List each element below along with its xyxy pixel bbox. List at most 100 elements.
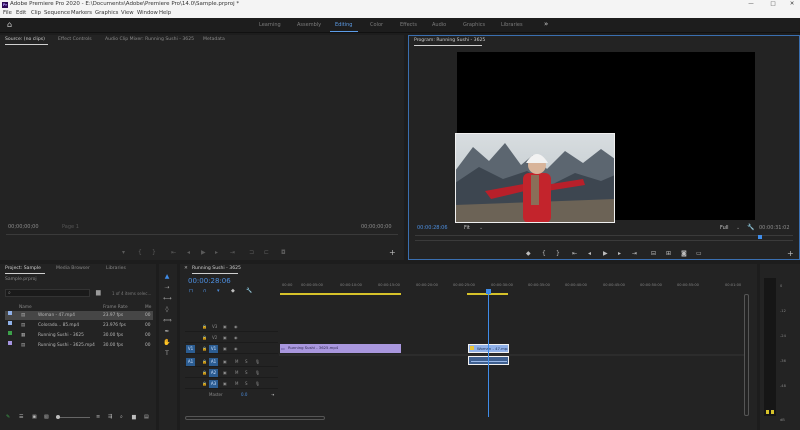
- mute-button[interactable]: M: [235, 369, 238, 377]
- timeline-horizontal-scrollbar[interactable]: [185, 416, 325, 420]
- track-header-a2[interactable]: 🔒 A2 ▣ M S 🎙: [185, 368, 278, 378]
- track-header-v2[interactable]: 🔒 V2 ▣ ◉: [185, 333, 278, 343]
- source-out-icon[interactable]: }: [152, 249, 156, 256]
- chevron-down-icon[interactable]: ⌄: [736, 225, 740, 231]
- type-tool-icon[interactable]: T: [163, 350, 171, 358]
- menu-help[interactable]: Help: [159, 9, 171, 18]
- go-to-in-icon[interactable]: ⇤: [572, 250, 577, 257]
- source-timecode-in[interactable]: 00;00;00;00: [8, 224, 39, 230]
- program-timecode-current[interactable]: 00:00:28:06: [417, 225, 448, 231]
- camera-icon[interactable]: ◙: [681, 250, 687, 257]
- tab-libraries[interactable]: Libraries: [106, 264, 126, 273]
- mute-button[interactable]: M: [235, 358, 238, 366]
- track-select-tool-icon[interactable]: ⇢: [163, 284, 171, 292]
- solo-button[interactable]: S: [245, 369, 248, 377]
- ripple-edit-tool-icon[interactable]: ⟷: [163, 295, 172, 303]
- zoom-slider[interactable]: [56, 417, 90, 418]
- source-insert-icon[interactable]: ⊐: [249, 249, 254, 256]
- close-button[interactable]: ✕: [785, 0, 799, 9]
- lock-icon[interactable]: 🔒: [202, 380, 207, 388]
- step-back-icon[interactable]: ◂: [588, 250, 591, 257]
- master-volume-value[interactable]: 0.0: [241, 391, 247, 399]
- timeline-timecode[interactable]: 00:00:28:06: [188, 277, 231, 285]
- go-to-end-icon[interactable]: ⇥: [271, 391, 274, 399]
- program-quality-dropdown[interactable]: Full: [720, 225, 729, 231]
- project-row[interactable]: ▤ Woman - 47.mp4 23.97 fps 00: [5, 311, 153, 320]
- workspace-learning[interactable]: Learning: [259, 22, 281, 28]
- workspaces-overflow-button[interactable]: »: [544, 20, 548, 28]
- workspace-color[interactable]: Color: [370, 22, 383, 28]
- source-overwrite-icon[interactable]: ⊏: [264, 249, 269, 256]
- icon-view-icon[interactable]: ▣: [32, 414, 37, 420]
- source-go-in-icon[interactable]: ⇤: [171, 249, 176, 256]
- menu-markers[interactable]: Markers: [71, 9, 92, 18]
- new-item-icon[interactable]: ▤: [144, 414, 149, 420]
- source-play-icon[interactable]: ▶: [201, 249, 206, 256]
- maximize-button[interactable]: □: [766, 0, 780, 9]
- label-color-swatch[interactable]: [8, 341, 12, 345]
- go-to-out-icon[interactable]: ⇥: [632, 250, 637, 257]
- lock-icon[interactable]: 🔒: [202, 358, 207, 366]
- lift-icon[interactable]: ⊟: [651, 250, 656, 257]
- sync-lock-icon[interactable]: ▣: [223, 334, 227, 342]
- workspace-effects[interactable]: Effects: [400, 22, 417, 28]
- track-target-a3[interactable]: A3: [209, 380, 218, 388]
- automate-icon[interactable]: ⇶: [108, 414, 112, 420]
- pencil-icon[interactable]: ✎: [6, 414, 10, 420]
- project-row[interactable]: ▤ Running Sushi - 3625.mp4 30.00 fps 00: [5, 341, 153, 350]
- eye-icon[interactable]: ◉: [234, 334, 238, 342]
- source-in-icon[interactable]: {: [138, 249, 142, 256]
- add-marker-icon[interactable]: ▾: [217, 288, 220, 294]
- mark-out-icon[interactable]: }: [556, 250, 560, 257]
- close-icon[interactable]: ✕: [184, 264, 188, 273]
- solo-button[interactable]: S: [245, 380, 248, 388]
- selection-tool-icon[interactable]: ▲: [163, 273, 171, 281]
- source-step-back-icon[interactable]: ◂: [187, 249, 190, 256]
- menu-file[interactable]: File: [3, 9, 12, 18]
- project-row[interactable]: ▦ Running Sushi - 3625 30.00 fps 00: [5, 331, 153, 340]
- lock-icon[interactable]: 🔒: [202, 334, 207, 342]
- lock-icon[interactable]: 🔒: [202, 369, 207, 377]
- workspace-assembly[interactable]: Assembly: [297, 22, 321, 28]
- track-target-a1[interactable]: A1: [209, 358, 218, 366]
- wrench-icon[interactable]: 🔧: [747, 224, 754, 231]
- track-target-a2[interactable]: A2: [209, 369, 218, 377]
- timeline-marker-icon[interactable]: ◆: [231, 288, 235, 294]
- program-fit-dropdown[interactable]: Fit: [464, 225, 470, 231]
- sync-lock-icon[interactable]: ▣: [223, 369, 227, 377]
- transform-bounding-box[interactable]: [455, 133, 615, 223]
- source-marker-icon[interactable]: ▾: [122, 249, 125, 256]
- sort-icon[interactable]: ≡: [96, 414, 100, 420]
- lock-icon[interactable]: 🔒: [202, 345, 207, 353]
- source-time-ruler[interactable]: [6, 234, 398, 239]
- sync-lock-icon[interactable]: ▣: [223, 323, 227, 331]
- column-media[interactable]: Me: [145, 305, 151, 310]
- timeline-vertical-scrollbar[interactable]: [744, 294, 749, 416]
- source-patch-a1[interactable]: A1: [186, 358, 195, 366]
- add-marker-icon[interactable]: ◆: [526, 250, 531, 257]
- extract-icon[interactable]: ⊞: [666, 250, 671, 257]
- solo-button[interactable]: S: [245, 358, 248, 366]
- snap-icon[interactable]: ⊓: [189, 288, 193, 294]
- hand-tool-icon[interactable]: ✋: [163, 339, 171, 347]
- folder-icon[interactable]: ▆: [96, 289, 101, 296]
- label-color-swatch[interactable]: [8, 331, 12, 335]
- sync-lock-icon[interactable]: ▣: [223, 380, 227, 388]
- freeform-view-icon[interactable]: ▧: [44, 414, 49, 420]
- track-header-v3[interactable]: 🔒 V3 ▣ ◉: [185, 322, 278, 332]
- workspace-graphics[interactable]: Graphics: [463, 22, 485, 28]
- wrench-icon[interactable]: 🔧: [246, 288, 252, 294]
- chevron-down-icon[interactable]: ⌄: [479, 225, 483, 231]
- tab-media-browser[interactable]: Media Browser: [56, 264, 90, 273]
- step-forward-icon[interactable]: ▸: [618, 250, 621, 257]
- menu-edit[interactable]: Edit: [16, 9, 26, 18]
- source-fit-dropdown[interactable]: Page 1: [62, 224, 79, 230]
- zoom-slider-handle[interactable]: [56, 415, 60, 419]
- play-icon[interactable]: ▶: [603, 250, 608, 257]
- tab-metadata[interactable]: Metadata: [203, 35, 225, 44]
- label-color-swatch[interactable]: [8, 321, 12, 325]
- program-playhead[interactable]: [758, 235, 762, 239]
- source-step-forward-icon[interactable]: ▸: [215, 249, 218, 256]
- menu-sequence[interactable]: Sequence: [44, 9, 70, 18]
- program-add-button-icon[interactable]: +: [787, 249, 794, 258]
